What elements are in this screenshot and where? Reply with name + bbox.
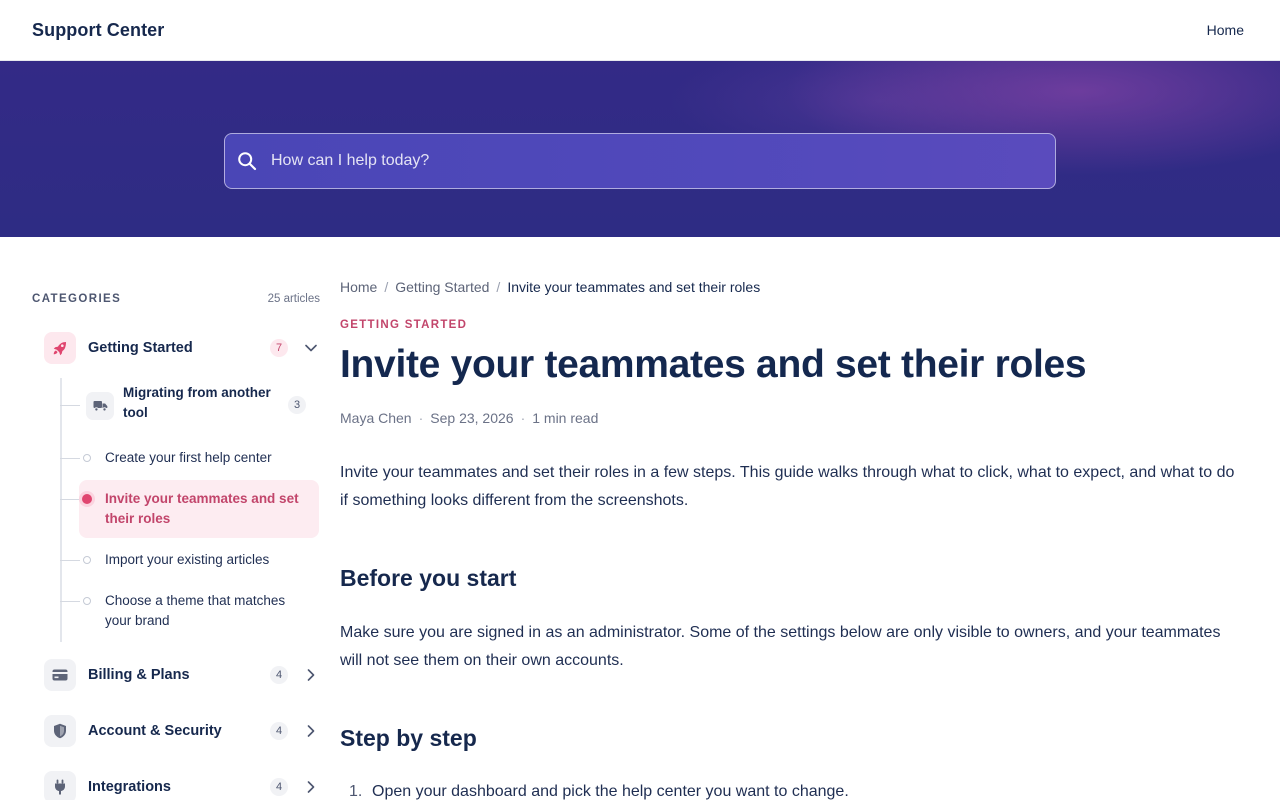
subcategory-label: Migrating from another tool [123,385,271,420]
tree-connector [60,499,80,500]
nav-home-link[interactable]: Home [1207,22,1244,38]
category-billing[interactable]: Billing & Plans 4 [44,657,320,693]
search-bar[interactable] [224,133,1056,189]
section-heading-before-you-start: Before you start [340,565,517,591]
category-count-badge: 7 [270,339,288,357]
tree-connector [60,405,80,406]
articles-total: 25 articles [267,293,320,305]
article-date: Sep 23, 2026 [430,410,514,426]
shield-icon [44,715,76,747]
brand-title[interactable]: Support Center [32,20,164,41]
categories-header: CATEGORIES 25 articles [32,293,320,305]
top-bar: Support Center Home [0,0,1280,61]
article-meta: Maya Chen · Sep 23, 2026 · 1 min read [340,410,598,426]
category-label: Account & Security [88,723,222,739]
sidebar-article-theme[interactable]: Choose a theme that matches your brand [60,585,320,629]
search-icon [238,152,257,171]
rocket-icon [44,332,76,364]
active-article-dot [82,494,92,504]
step-list-item: 1. Open your dashboard and pick the help … [340,783,849,800]
article-dot [83,556,91,564]
plug-icon [44,771,76,800]
tree-connector [60,560,80,561]
article-author: Maya Chen [340,410,412,426]
subcategory-count-badge: 3 [288,396,306,414]
article-label: Import your existing articles [105,552,270,567]
article-dot [83,597,91,605]
credit-card-icon [44,659,76,691]
breadcrumb-separator: / [384,279,389,295]
category-label: Integrations [88,779,171,795]
subcategory-migrating[interactable]: Migrating from another tool 3 [60,378,320,432]
section-heading-step-by-step: Step by step [340,725,477,751]
content-area: CATEGORIES 25 articles Getting Started 7 [0,237,1280,800]
sidebar-article-invite[interactable]: Invite your teammates and set their role… [60,480,320,538]
article-category-label[interactable]: GETTING STARTED [340,319,467,331]
meta-separator: · [520,410,526,426]
category-count-badge: 4 [270,666,288,684]
article-label: Create your first help center [105,450,272,465]
section-body-before-you-start: Make sure you are signed in as an admini… [340,624,1221,669]
category-label: Getting Started [88,340,193,356]
chevron-right-icon[interactable] [302,778,320,796]
article-intro: Invite your teammates and set their role… [340,464,1235,509]
breadcrumb: Home / Getting Started / Invite your teammat… [340,279,760,295]
chevron-right-icon[interactable] [302,666,320,684]
sidebar-article-import[interactable]: Import your existing articles [60,546,320,574]
tree-connector [60,458,80,459]
category-count-badge: 4 [270,778,288,796]
breadcrumb-getting-started[interactable]: Getting Started [395,279,489,295]
category-label: Billing & Plans [88,667,190,683]
meta-separator: · [418,410,424,426]
article-label: Choose a theme that matches your brand [105,593,286,628]
article-dot [83,454,91,462]
step-number: 1. [349,783,363,800]
category-integrations[interactable]: Integrations 4 [44,769,320,800]
article-title: Invite your teammates and set their role… [340,343,1087,386]
category-account-security[interactable]: Account & Security 4 [44,713,320,749]
tree-connector [60,601,80,602]
breadcrumb-current: Invite your teammates and set their role… [507,279,761,295]
chevron-down-icon[interactable] [302,339,320,357]
category-getting-started[interactable]: Getting Started 7 [44,330,320,366]
article-read-time: 1 min read [532,410,599,426]
breadcrumb-home[interactable]: Home [340,279,377,295]
categories-heading: CATEGORIES [32,293,122,305]
chevron-right-icon[interactable] [302,722,320,740]
article-label: Invite your teammates and set their role… [105,491,299,526]
search-input[interactable] [271,152,1031,170]
step-text: Open your dashboard and pick the help ce… [372,783,849,800]
truck-icon [86,392,114,420]
sidebar-article-create[interactable]: Create your first help center [60,444,320,472]
breadcrumb-separator: / [496,279,501,295]
category-count-badge: 4 [270,722,288,740]
hero-banner [0,61,1280,237]
